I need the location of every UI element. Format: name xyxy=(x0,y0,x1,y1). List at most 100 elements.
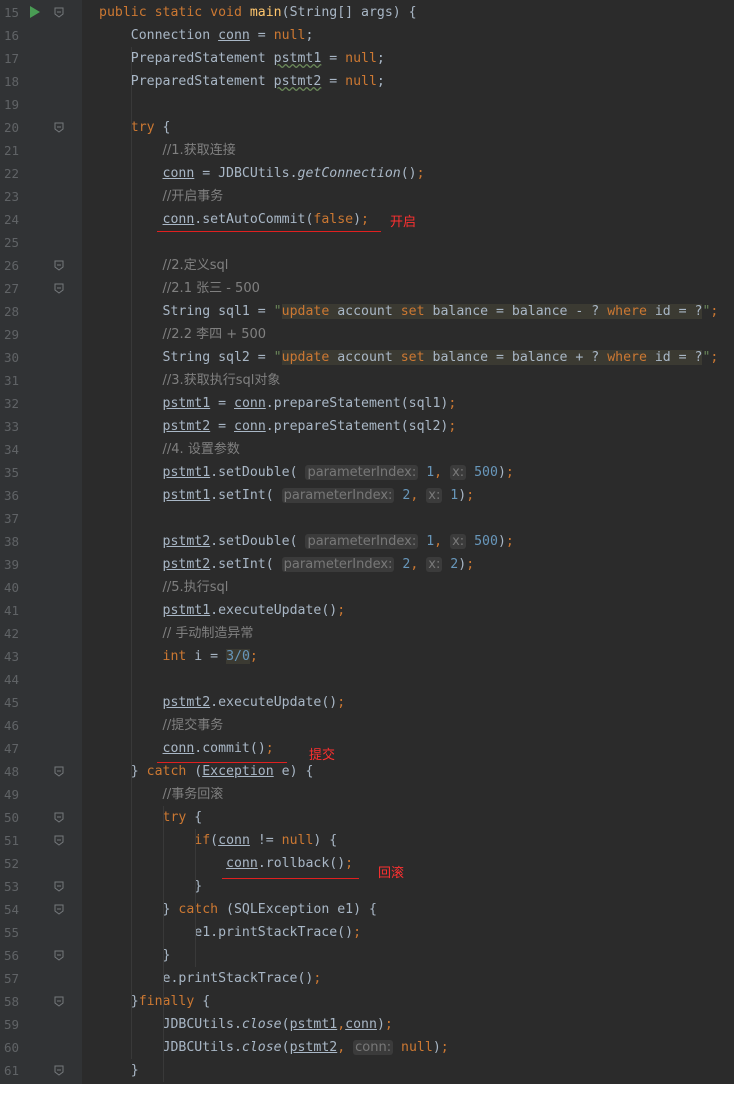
code-text[interactable]: } catch (SQLException e1) { xyxy=(99,901,377,918)
code-text[interactable]: } xyxy=(99,878,202,895)
code-text[interactable]: String sql1 = "update account set balanc… xyxy=(99,303,718,320)
fold-marker-icon[interactable] xyxy=(54,122,64,133)
code-text[interactable]: } xyxy=(99,1062,139,1079)
fold-marker-icon[interactable] xyxy=(54,812,64,823)
code-line[interactable]: 42 // 手动制造异常 xyxy=(0,622,734,645)
code-text[interactable]: //2.1 张三 - 500 xyxy=(99,280,260,297)
code-text[interactable]: pstmt2 = conn.prepareStatement(sql2); xyxy=(99,418,457,435)
code-text[interactable]: }finally { xyxy=(99,993,210,1010)
fold-marker-icon[interactable] xyxy=(54,835,64,846)
code-text[interactable]: JDBCUtils.close(pstmt2, conn: null); xyxy=(99,1039,449,1056)
code-text[interactable]: //4. 设置参数 xyxy=(99,441,240,458)
code-line[interactable]: 59 JDBCUtils.close(pstmt1,conn); xyxy=(0,1013,734,1036)
code-line[interactable]: 36 pstmt1.setInt( parameterIndex: 2, x: … xyxy=(0,484,734,507)
code-line[interactable]: 18 PreparedStatement pstmt2 = null; xyxy=(0,70,734,93)
code-line[interactable]: 31 //3.获取执行sql对象 xyxy=(0,369,734,392)
code-text[interactable]: int i = 3/0; xyxy=(99,648,258,665)
code-text[interactable]: conn.commit(); xyxy=(99,740,274,757)
code-line[interactable]: 33 pstmt2 = conn.prepareStatement(sql2); xyxy=(0,415,734,438)
code-text[interactable]: PreparedStatement pstmt2 = null; xyxy=(99,73,385,90)
code-text[interactable]: //事务回滚 xyxy=(99,786,224,803)
code-text[interactable]: conn.setAutoCommit(false); xyxy=(99,211,369,228)
code-line[interactable]: 53 } xyxy=(0,875,734,898)
code-line[interactable]: 46 //提交事务 xyxy=(0,714,734,737)
code-line[interactable]: 52 conn.rollback(); xyxy=(0,852,734,875)
code-line[interactable]: 28 String sql1 = "update account set bal… xyxy=(0,300,734,323)
code-text[interactable]: conn.rollback(); xyxy=(99,855,353,872)
code-line[interactable]: 29 //2.2 李四 + 500 xyxy=(0,323,734,346)
run-gutter-icon[interactable] xyxy=(30,6,40,18)
code-line[interactable]: 49 //事务回滚 xyxy=(0,783,734,806)
code-line[interactable]: 34 //4. 设置参数 xyxy=(0,438,734,461)
code-line[interactable]: 40 //5.执行sql xyxy=(0,576,734,599)
fold-marker-icon[interactable] xyxy=(54,7,64,18)
code-line[interactable]: 37 xyxy=(0,507,734,530)
code-line[interactable]: 26 //2.定义sql xyxy=(0,254,734,277)
code-text[interactable]: pstmt2.setDouble( parameterIndex: 1, x: … xyxy=(99,533,514,550)
code-text[interactable]: //2.定义sql xyxy=(99,257,229,274)
code-line[interactable]: 25 xyxy=(0,231,734,254)
fold-marker-icon[interactable] xyxy=(54,996,64,1007)
code-line[interactable]: 38 pstmt2.setDouble( parameterIndex: 1, … xyxy=(0,530,734,553)
code-line[interactable]: 56 } xyxy=(0,944,734,967)
fold-marker-icon[interactable] xyxy=(54,283,64,294)
code-text[interactable]: e1.printStackTrace(); xyxy=(99,924,361,941)
code-line[interactable]: 57 e.printStackTrace(); xyxy=(0,967,734,990)
code-line[interactable]: 23 //开启事务 xyxy=(0,185,734,208)
code-line[interactable]: 15 public static void main(String[] args)… xyxy=(0,1,734,24)
code-line[interactable]: 19 xyxy=(0,93,734,116)
code-text[interactable]: //1.获取连接 xyxy=(99,142,236,159)
code-text[interactable]: String sql2 = "update account set balanc… xyxy=(99,349,718,366)
code-line[interactable]: 58 }finally { xyxy=(0,990,734,1013)
code-text[interactable]: pstmt2.executeUpdate(); xyxy=(99,694,346,711)
code-line[interactable]: 45 pstmt2.executeUpdate(); xyxy=(0,691,734,714)
code-line[interactable]: 35 pstmt1.setDouble( parameterIndex: 1, … xyxy=(0,461,734,484)
fold-marker-icon[interactable] xyxy=(54,950,64,961)
code-line[interactable]: 20 try { xyxy=(0,116,734,139)
code-line[interactable]: 32 pstmt1 = conn.prepareStatement(sql1); xyxy=(0,392,734,415)
code-line[interactable]: 24 conn.setAutoCommit(false); xyxy=(0,208,734,231)
code-text[interactable]: JDBCUtils.close(pstmt1,conn); xyxy=(99,1016,393,1033)
code-text[interactable]: // 手动制造异常 xyxy=(99,625,254,642)
fold-marker-icon[interactable] xyxy=(54,766,64,777)
code-text[interactable]: //开启事务 xyxy=(99,188,224,205)
code-line[interactable]: 61 } xyxy=(0,1059,734,1082)
code-line[interactable]: 50 try { xyxy=(0,806,734,829)
code-line[interactable]: 55 e1.printStackTrace(); xyxy=(0,921,734,944)
code-line[interactable]: 17 PreparedStatement pstmt1 = null; xyxy=(0,47,734,70)
code-text[interactable]: if(conn != null) { xyxy=(99,832,337,849)
code-line[interactable]: 27 //2.1 张三 - 500 xyxy=(0,277,734,300)
code-line[interactable]: 48 } catch (Exception e) { xyxy=(0,760,734,783)
code-line[interactable]: 44 xyxy=(0,668,734,691)
code-line[interactable]: 30 String sql2 = "update account set bal… xyxy=(0,346,734,369)
code-text[interactable]: //提交事务 xyxy=(99,717,224,734)
code-text[interactable]: pstmt1.setDouble( parameterIndex: 1, x: … xyxy=(99,464,514,481)
code-text[interactable]: public static void main(String[] args) { xyxy=(99,4,417,21)
code-line[interactable]: 60 JDBCUtils.close(pstmt2, conn: null); xyxy=(0,1036,734,1059)
code-text[interactable]: pstmt2.setInt( parameterIndex: 2, x: 2); xyxy=(99,556,474,573)
code-line[interactable]: 43 int i = 3/0; xyxy=(0,645,734,668)
code-line[interactable]: 16 Connection conn = null; xyxy=(0,24,734,47)
code-text[interactable]: try { xyxy=(99,119,171,136)
code-text[interactable]: e.printStackTrace(); xyxy=(99,970,322,987)
code-line[interactable]: 47 conn.commit(); xyxy=(0,737,734,760)
fold-marker-icon[interactable] xyxy=(54,260,64,271)
code-line[interactable]: 41 pstmt1.executeUpdate(); xyxy=(0,599,734,622)
code-text[interactable]: try { xyxy=(99,809,203,826)
code-text[interactable]: pstmt1.setInt( parameterIndex: 2, x: 1); xyxy=(99,487,474,504)
code-text[interactable]: //5.执行sql xyxy=(99,579,229,596)
code-text[interactable]: pstmt1.executeUpdate(); xyxy=(99,602,346,619)
fold-marker-icon[interactable] xyxy=(54,881,64,892)
code-text[interactable]: //3.获取执行sql对象 xyxy=(99,372,281,389)
fold-marker-icon[interactable] xyxy=(54,1065,64,1076)
fold-marker-icon[interactable] xyxy=(54,904,64,915)
code-line[interactable]: 39 pstmt2.setInt( parameterIndex: 2, x: … xyxy=(0,553,734,576)
code-text[interactable]: Connection conn = null; xyxy=(99,27,314,44)
code-line[interactable]: 54 } catch (SQLException e1) { xyxy=(0,898,734,921)
code-text[interactable]: } xyxy=(99,947,171,964)
code-editor[interactable]: 15 public static void main(String[] args)… xyxy=(0,0,734,1084)
code-text[interactable]: //2.2 李四 + 500 xyxy=(99,326,267,343)
code-line[interactable]: 51 if(conn != null) { xyxy=(0,829,734,852)
code-text[interactable]: pstmt1 = conn.prepareStatement(sql1); xyxy=(99,395,457,412)
code-line[interactable]: 21 //1.获取连接 xyxy=(0,139,734,162)
